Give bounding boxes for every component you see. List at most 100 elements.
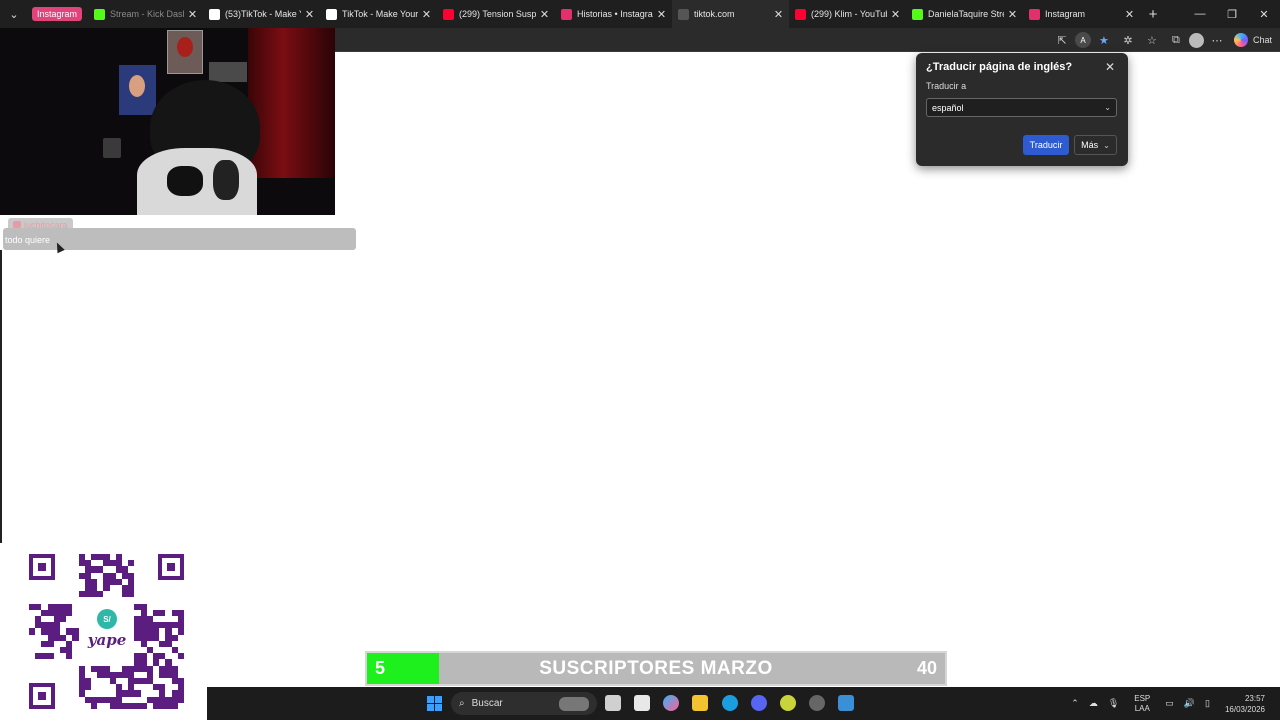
close-tab-icon[interactable]: ✕ (305, 8, 314, 21)
qr-module (41, 609, 48, 616)
close-tab-icon[interactable]: ✕ (540, 8, 549, 21)
profile-avatar-icon[interactable] (1188, 32, 1204, 48)
qr-module (109, 696, 116, 703)
qr-module (165, 622, 172, 629)
microphone-icon[interactable]: 🎙 (1108, 698, 1119, 709)
browser-tab[interactable]: Instagram ✕ (1023, 0, 1140, 28)
browser-tab[interactable]: TikTok - Make Your Da ✕ (320, 0, 437, 28)
browser-tab[interactable]: DanielaTaquire Stream ✕ (906, 0, 1023, 28)
translate-icon[interactable]: A (1074, 32, 1091, 48)
qr-module (78, 671, 85, 678)
close-tab-icon[interactable]: ✕ (774, 8, 783, 21)
qr-module (159, 671, 166, 678)
browser-tab[interactable]: (299) Tension Suspens ✕ (437, 0, 555, 28)
minimize-icon[interactable]: — (1184, 8, 1216, 21)
qr-module (115, 690, 122, 697)
copilot-app-icon[interactable] (663, 695, 679, 711)
qr-module (78, 560, 85, 567)
extensions-icon[interactable]: ✲ (1117, 29, 1139, 51)
qr-module (153, 628, 160, 635)
tab-group-instagram[interactable]: Instagram (32, 7, 83, 21)
battery-icon[interactable]: ▯ (1205, 698, 1210, 709)
collections-icon[interactable]: ⧉ (1165, 29, 1187, 51)
copilot-chat-button[interactable]: Chat (1233, 33, 1272, 47)
browser-tab[interactable]: tiktok.com ✕ (672, 0, 790, 28)
taskbar-clock[interactable]: 23:57 16/03/2026 (1220, 693, 1270, 715)
close-tab-icon[interactable]: ✕ (657, 8, 666, 21)
translate-button[interactable]: Traducir (1023, 135, 1069, 155)
obs-studio-icon[interactable] (809, 695, 825, 711)
qr-module (177, 696, 184, 703)
close-tab-icon[interactable]: ✕ (1008, 8, 1017, 21)
qr-module (78, 591, 85, 598)
qr-module (128, 591, 135, 598)
app-icon[interactable] (780, 695, 796, 711)
open-in-app-icon[interactable]: ⇱ (1051, 29, 1073, 51)
more-options-button[interactable]: Más ⌄ (1074, 135, 1117, 155)
webcam-cup (103, 138, 121, 158)
favorites-icon[interactable]: ☆ (1141, 29, 1163, 51)
taskbar-search-box[interactable]: ⌕ Buscar (451, 692, 597, 715)
qr-module (171, 634, 178, 641)
show-hidden-icons-icon[interactable]: ⌃ (1071, 698, 1079, 709)
qr-module (47, 628, 54, 635)
restore-icon[interactable]: ❐ (1216, 8, 1248, 21)
close-tab-icon[interactable]: ✕ (422, 8, 431, 21)
qr-module (78, 690, 85, 697)
browser-tab[interactable]: Historias • Instagram ✕ (555, 0, 672, 28)
qr-module (159, 665, 166, 672)
more-options-icon[interactable]: ⋯ (1206, 29, 1228, 51)
qr-module (171, 696, 178, 703)
target-language-value: español (932, 102, 964, 113)
qr-module (109, 702, 116, 709)
qr-module (134, 678, 141, 685)
qr-module (53, 628, 60, 635)
close-window-icon[interactable]: ✕ (1248, 8, 1280, 21)
close-icon[interactable]: ✕ (1105, 60, 1115, 74)
browser-tab[interactable]: (299) Klim - YouTube ✕ (789, 0, 906, 28)
tab-actions-menu-icon[interactable]: ⌄ (0, 0, 28, 28)
qr-module (122, 591, 129, 598)
windows-start-icon[interactable] (427, 696, 442, 711)
discord-icon[interactable] (751, 695, 767, 711)
tab-list: Stream - Kick Dashbo✕(53)TikTok - Make Y… (88, 0, 1140, 28)
file-explorer-icon[interactable] (692, 695, 708, 711)
microsoft-store-icon[interactable] (634, 695, 650, 711)
qr-module (128, 671, 135, 678)
task-view-icon[interactable] (605, 695, 621, 711)
qr-module (140, 603, 147, 610)
tab-title: TikTok - Make Your Da (342, 9, 418, 19)
target-language-select[interactable]: español ⌄ (926, 98, 1117, 117)
qr-module (177, 653, 184, 660)
qr-module (84, 591, 91, 598)
edge-browser-icon[interactable] (722, 695, 738, 711)
qr-finder-pattern (158, 554, 184, 580)
qr-module (134, 634, 141, 641)
qr-module (60, 634, 67, 641)
onedrive-icon[interactable]: ☁ (1089, 698, 1098, 709)
qr-module (171, 665, 178, 672)
browser-tab[interactable]: Stream - Kick Dashbo ✕ (88, 0, 203, 28)
webcam-poster (119, 65, 156, 115)
qr-module (115, 671, 122, 678)
qr-module (146, 634, 153, 641)
webcam-poster (209, 62, 247, 82)
close-tab-icon[interactable]: ✕ (188, 8, 197, 21)
browser-tab[interactable]: (53)TikTok - Make You ✕ (203, 0, 320, 28)
app-icon[interactable] (838, 695, 854, 711)
qr-module (103, 585, 110, 592)
qr-module (171, 690, 178, 697)
qr-module (122, 671, 129, 678)
network-icon[interactable]: ▭ (1165, 698, 1174, 709)
qr-module (53, 603, 60, 610)
new-tab-button[interactable]: + (1140, 6, 1166, 23)
qr-module (171, 678, 178, 685)
favorite-star-icon[interactable]: ★ (1093, 29, 1115, 51)
close-tab-icon[interactable]: ✕ (891, 8, 900, 21)
close-tab-icon[interactable]: ✕ (1125, 8, 1134, 21)
volume-icon[interactable]: 🔊 (1184, 698, 1195, 709)
qr-module (66, 640, 73, 647)
qr-module (159, 622, 166, 629)
qr-module (47, 653, 54, 660)
input-language-indicator[interactable]: ESP LAA (1129, 694, 1155, 714)
